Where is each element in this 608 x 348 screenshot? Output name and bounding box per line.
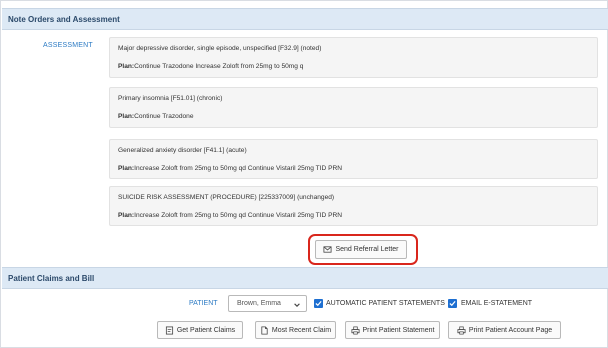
assessment-item: Major depressive disorder, single episod… — [109, 37, 598, 78]
plan-text: Plan:Increase Zoloft from 25mg to 50mg q… — [118, 212, 342, 219]
send-referral-letter-button[interactable]: Send Referral Letter — [315, 240, 407, 259]
plan-label: Plan: — [118, 165, 135, 172]
print-patient-statement-button[interactable]: Print Patient Statement — [345, 321, 440, 339]
envelope-icon — [323, 245, 332, 254]
page-container: Note Orders and Assessment ASSESSMENT Ma… — [0, 0, 608, 348]
most-recent-claim-button[interactable]: Most Recent Claim — [255, 321, 336, 339]
printer-icon — [457, 326, 466, 335]
plan-text: Plan:Continue Trazodone — [118, 113, 194, 120]
diagnosis-text: SUICIDE RISK ASSESSMENT (PROCEDURE) [225… — [118, 194, 335, 201]
plan-label: Plan: — [118, 113, 135, 120]
assessment-item: Primary insomnia [F51.01] (chronic) Plan… — [109, 87, 598, 128]
get-patient-claims-label: Get Patient Claims — [176, 326, 236, 334]
patient-label: PATIENT — [189, 300, 218, 307]
plan-text: Plan:Continue Trazodone Increase Zoloft … — [118, 63, 303, 70]
plan-value: Continue Trazodone Increase Zoloft from … — [134, 63, 304, 70]
plan-value: Continue Trazodone — [134, 113, 194, 120]
print-patient-statement-label: Print Patient Statement — [362, 326, 435, 334]
plan-value: Increase Zoloft from 25mg to 50mg qd Con… — [134, 165, 343, 172]
note-orders-header[interactable]: Note Orders and Assessment — [2, 8, 608, 30]
plan-label: Plan: — [118, 63, 135, 70]
auto-statements-label: AUTOMATIC PATIENT STATEMENTS — [326, 300, 445, 307]
document-icon — [260, 325, 269, 335]
chevron-down-icon — [293, 300, 301, 308]
most-recent-claim-label: Most Recent Claim — [271, 326, 332, 334]
patient-select-value: Brown, Emma — [237, 300, 281, 307]
email-statement-label: EMAIL E-STATEMENT — [461, 300, 533, 307]
assessment-label: ASSESSMENT — [43, 42, 93, 49]
get-patient-claims-button[interactable]: Get Patient Claims — [157, 321, 243, 339]
diagnosis-text: Generalized anxiety disorder [F41.1] (ac… — [118, 147, 247, 154]
plan-value: Increase Zoloft from 25mg to 50mg qd Con… — [134, 212, 343, 219]
printer-icon — [350, 326, 360, 335]
assessment-item: Generalized anxiety disorder [F41.1] (ac… — [109, 139, 598, 179]
assessment-item: SUICIDE RISK ASSESSMENT (PROCEDURE) [225… — [109, 186, 598, 226]
auto-statements-checkbox[interactable] — [314, 299, 323, 308]
refresh-document-icon — [165, 325, 174, 335]
diagnosis-text: Major depressive disorder, single episod… — [118, 45, 322, 52]
diagnosis-text: Primary insomnia [F51.01] (chronic) — [118, 95, 223, 102]
email-statement-checkbox[interactable] — [448, 299, 457, 308]
patient-claims-header[interactable]: Patient Claims and Bill — [2, 267, 608, 289]
patient-select[interactable]: Brown, Emma — [228, 295, 307, 312]
plan-text: Plan:Increase Zoloft from 25mg to 50mg q… — [118, 165, 342, 172]
print-patient-account-button[interactable]: Print Patient Account Page — [448, 321, 561, 339]
plan-label: Plan: — [118, 212, 135, 219]
print-patient-account-label: Print Patient Account Page — [468, 326, 553, 334]
send-referral-label: Send Referral Letter — [335, 246, 399, 253]
